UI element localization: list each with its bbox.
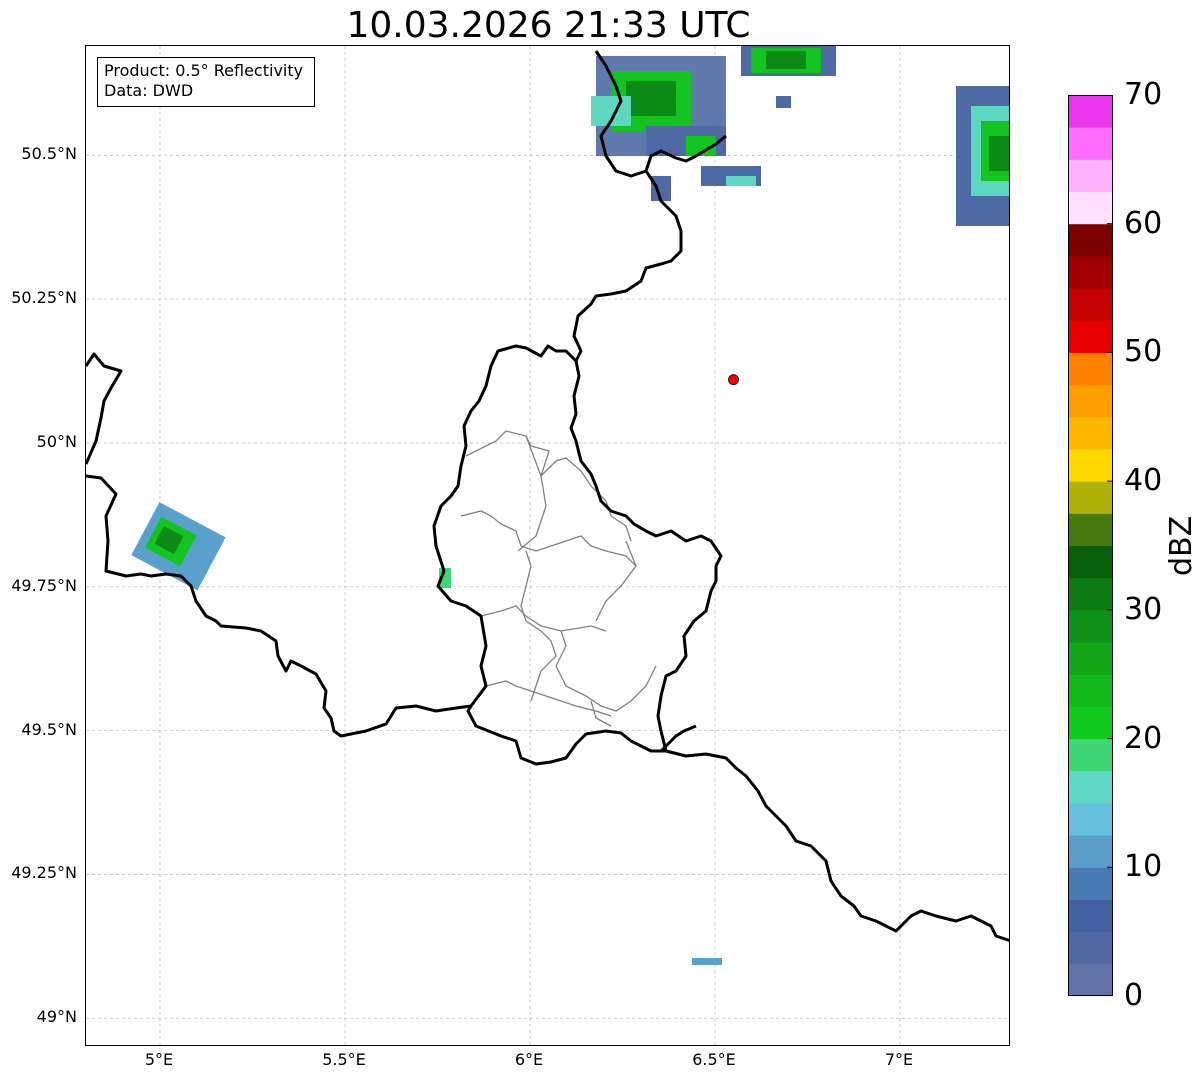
colorbar-segment	[1068, 223, 1113, 257]
lon-tick-label: 5°E	[144, 1050, 174, 1069]
colorbar-segment	[1068, 255, 1113, 289]
colorbar-tick-label: 0	[1124, 978, 1144, 1013]
colorbar-tick-label: 30	[1124, 591, 1163, 627]
colorbar-segment	[1068, 513, 1113, 546]
colorbar-segment	[1068, 545, 1113, 579]
colorbar-segment	[1068, 191, 1113, 225]
colorbar-segment	[1068, 963, 1113, 996]
radar-map[interactable]	[85, 45, 1010, 1046]
product-info-box: Product: 0.5° Reflectivity Data: DWD	[97, 57, 315, 107]
colorbar-tick-label: 50	[1124, 334, 1163, 370]
colorbar-tick-label: 40	[1124, 463, 1163, 499]
lon-tick-label: 6.5°E	[692, 1050, 736, 1069]
colorbar-segment	[1068, 706, 1113, 740]
colorbar-segment	[1068, 577, 1113, 611]
lat-tick-label: 49°N	[36, 1007, 77, 1027]
echo-cluster-north	[591, 56, 761, 201]
colorbar-segment	[1068, 352, 1113, 386]
colorbar-segment	[1068, 931, 1113, 965]
lon-tick-label: 6°E	[514, 1050, 544, 1069]
lon-tick-label: 5.5°E	[322, 1050, 366, 1069]
product-label: Product: 0.5° Reflectivity	[104, 61, 304, 80]
colorbar-tick-label: 20	[1124, 720, 1163, 756]
red-location-dot	[728, 374, 739, 386]
lat-tick-label: 49.75°N	[11, 575, 77, 595]
lat-tick-label: 50.25°N	[11, 288, 77, 308]
country-borders	[86, 50, 1009, 942]
colorbar-segment	[1068, 642, 1113, 675]
lon-tick-label: 7°E	[884, 1050, 914, 1069]
gridlines	[86, 46, 1009, 1045]
colorbar-segment	[1068, 609, 1113, 643]
colorbar-segment	[1068, 416, 1113, 450]
colorbar-tick-label: 60	[1124, 205, 1163, 241]
data-source-label: Data: DWD	[104, 81, 194, 100]
colorbar-segment	[1068, 481, 1113, 514]
colorbar-segment	[1068, 770, 1113, 804]
district-borders	[460, 430, 657, 727]
colorbar-segment	[1068, 288, 1113, 321]
colorbar-segment	[1068, 674, 1113, 707]
colorbar-segment	[1068, 738, 1113, 772]
map-canvas[interactable]	[86, 46, 1010, 1046]
colorbar-segment	[1068, 899, 1113, 933]
colorbar-segment	[1068, 802, 1113, 836]
echo-cluster-northeast	[741, 46, 836, 108]
colorbar-segment	[1068, 835, 1113, 868]
colorbar-unit-label: dBZ	[1164, 515, 1199, 576]
location-marker[interactable]	[728, 374, 739, 386]
echo-cluster-east	[956, 86, 1009, 226]
colorbar-segment	[1068, 127, 1113, 160]
colorbar-segment	[1068, 159, 1113, 193]
lat-tick-label: 49.25°N	[11, 863, 77, 883]
colorbar-segment	[1068, 448, 1113, 482]
radar-echoes	[131, 46, 1009, 965]
colorbar-segment	[1068, 95, 1113, 128]
colorbar-segment	[1068, 384, 1113, 418]
lat-tick-label: 50°N	[36, 431, 77, 451]
map-title: 10.03.2026 21:33 UTC	[346, 5, 751, 46]
lat-tick-label: 49.5°N	[21, 719, 77, 739]
colorbar-segment	[1068, 320, 1113, 353]
colorbar-segment	[1068, 867, 1113, 900]
colorbar-tick-label: 70	[1124, 77, 1163, 112]
colorbar	[1068, 95, 1113, 996]
lat-tick-label: 50.5°N	[21, 144, 77, 164]
colorbar-tick-label: 10	[1124, 849, 1163, 885]
